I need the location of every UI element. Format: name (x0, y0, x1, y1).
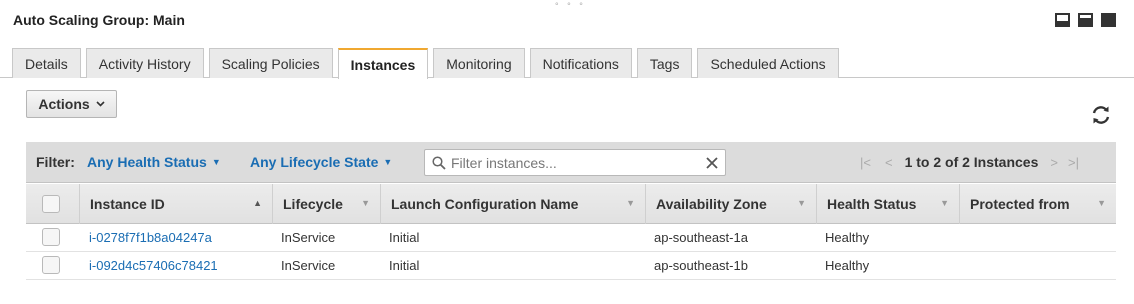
tab-scheduled-actions[interactable]: Scheduled Actions (697, 48, 839, 78)
availability-zone-cell: ap-southeast-1a (654, 230, 748, 245)
column-protected-from-label: Protected from (970, 196, 1070, 212)
sort-icon[interactable]: ▼ (626, 198, 635, 208)
column-availability-zone[interactable]: Availability Zone ▼ (645, 184, 816, 224)
health-status-cell: Healthy (825, 258, 870, 273)
column-availability-zone-label: Availability Zone (656, 196, 767, 212)
last-page-icon[interactable]: >| (1068, 155, 1079, 170)
refresh-icon[interactable] (1090, 104, 1112, 126)
sort-icon[interactable]: ▼ (940, 198, 949, 208)
instance-id-link[interactable]: i-092d4c57406c78421 (89, 258, 218, 273)
sort-ascending-icon[interactable]: ▲ (253, 198, 262, 208)
health-status-filter-label: Any Health Status (87, 154, 207, 170)
half-panel-icon[interactable] (1078, 13, 1093, 27)
launch-config-cell: Initial (389, 230, 420, 245)
tab-activity-history[interactable]: Activity History (85, 48, 204, 78)
sort-icon[interactable]: ▼ (1097, 198, 1106, 208)
lifecycle-state-filter-label: Any Lifecycle State (250, 154, 379, 170)
table-row[interactable]: i-0278f7f1b8a04247a InService Initial ap… (26, 224, 1116, 252)
lifecycle-cell: InService (281, 230, 336, 245)
tab-monitoring[interactable]: Monitoring (433, 48, 525, 78)
tab-bar: Details Activity History Scaling Policie… (12, 48, 1134, 79)
column-protected-from[interactable]: Protected from ▼ (959, 184, 1116, 224)
availability-zone-cell: ap-southeast-1b (654, 258, 748, 273)
chevron-down-icon: ▼ (211, 157, 221, 167)
maximize-panel-icon[interactable] (1101, 13, 1116, 27)
filter-label: Filter: (36, 154, 75, 170)
pagination-text: 1 to 2 of 2 Instances (904, 154, 1039, 170)
chevron-down-icon: ▼ (383, 157, 393, 167)
actions-button[interactable]: Actions (26, 90, 117, 118)
table-header: Instance ID ▲ Lifecycle ▼ Launch Configu… (26, 184, 1116, 224)
tab-details[interactable]: Details (12, 48, 81, 78)
row-checkbox[interactable] (42, 256, 60, 274)
drag-handle-icon[interactable]: ° ° ° (555, 1, 586, 11)
tab-tags[interactable]: Tags (636, 48, 693, 78)
first-page-icon[interactable]: |< (860, 155, 871, 170)
column-instance-id-label: Instance ID (90, 196, 165, 212)
filter-bar: Filter: Any Health Status ▼ Any Lifecycle… (26, 142, 1116, 183)
search-input[interactable] (451, 153, 701, 172)
column-instance-id[interactable]: Instance ID ▲ (79, 184, 272, 224)
pagination: |< < 1 to 2 of 2 Instances > >| (860, 154, 1079, 170)
health-status-cell: Healthy (825, 230, 870, 245)
lifecycle-state-filter[interactable]: Any Lifecycle State ▼ (250, 154, 392, 170)
clear-icon[interactable] (705, 156, 719, 170)
column-launch-configuration[interactable]: Launch Configuration Name ▼ (380, 184, 645, 224)
minimize-panel-icon[interactable] (1055, 13, 1070, 27)
tab-notifications[interactable]: Notifications (529, 48, 632, 78)
tab-scaling-policies[interactable]: Scaling Policies (208, 48, 333, 78)
search-box (424, 149, 726, 176)
sort-icon[interactable]: ▼ (797, 198, 806, 208)
select-all-checkbox[interactable] (42, 195, 60, 213)
lifecycle-cell: InService (281, 258, 336, 273)
row-checkbox[interactable] (42, 228, 60, 246)
window-controls (1055, 13, 1116, 27)
table-row[interactable]: i-092d4c57406c78421 InService Initial ap… (26, 252, 1116, 280)
column-lifecycle[interactable]: Lifecycle ▼ (272, 184, 380, 224)
column-launch-configuration-label: Launch Configuration Name (391, 196, 579, 212)
next-page-icon[interactable]: > (1050, 155, 1058, 170)
column-lifecycle-label: Lifecycle (283, 196, 343, 212)
chevron-down-icon (96, 101, 105, 107)
actions-label: Actions (38, 96, 90, 112)
health-status-filter[interactable]: Any Health Status ▼ (87, 154, 221, 170)
sort-icon[interactable]: ▼ (361, 198, 370, 208)
tab-instances[interactable]: Instances (337, 48, 429, 79)
search-icon (432, 156, 446, 170)
column-health-status-label: Health Status (827, 196, 917, 212)
panel-title: Auto Scaling Group: Main (13, 12, 185, 28)
instance-id-link[interactable]: i-0278f7f1b8a04247a (89, 230, 212, 245)
column-health-status[interactable]: Health Status ▼ (816, 184, 959, 224)
launch-config-cell: Initial (389, 258, 420, 273)
prev-page-icon[interactable]: < (885, 155, 893, 170)
select-all-cell (26, 184, 79, 224)
